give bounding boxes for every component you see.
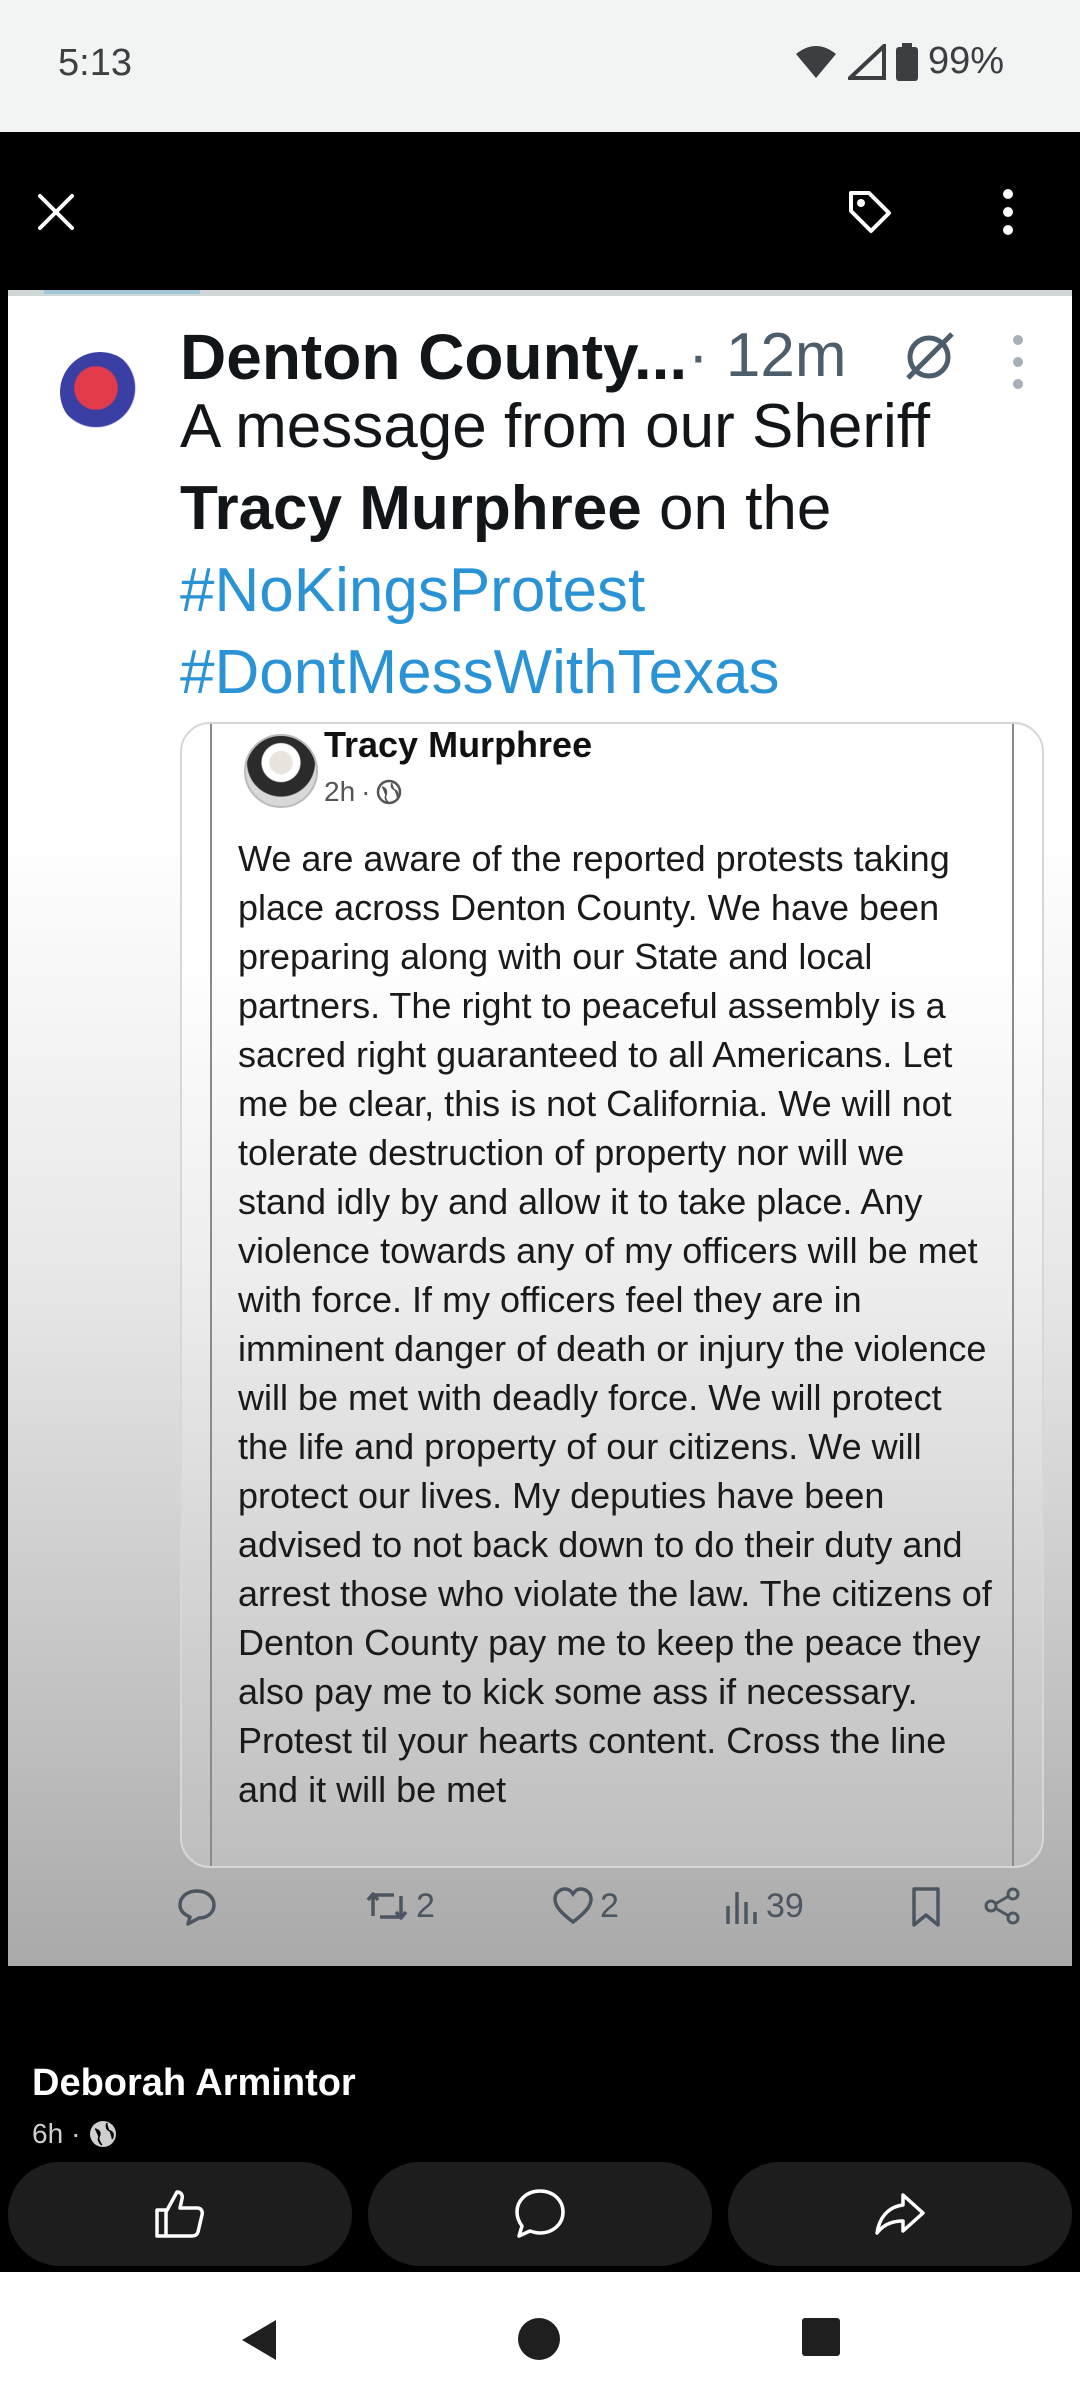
tag-button[interactable] — [830, 172, 910, 252]
poster-time: 6h — [32, 2118, 64, 2149]
embedded-image: Tracy Murphree 2h · We are aware of the … — [180, 722, 1044, 1868]
post-line-2: Tracy Murphree on the — [180, 468, 1040, 550]
repost-icon — [366, 1892, 408, 1920]
status-bar: 5:13 99% — [0, 0, 1080, 132]
author-name: Denton County... — [180, 321, 688, 393]
status-icons: 99% — [794, 40, 1004, 83]
globe-icon — [377, 779, 402, 805]
home-icon[interactable] — [516, 2316, 562, 2362]
embedded-author-name: Tracy Murphree — [324, 724, 593, 765]
post-time: · 12m — [688, 320, 847, 391]
hashtag-nokingsprotest: #NoKingsProtest — [180, 556, 646, 625]
share-icon — [984, 1887, 1020, 1925]
status-time: 5:13 — [58, 42, 132, 84]
post-more-icon — [1013, 335, 1023, 389]
time-value: 12m — [725, 321, 847, 390]
close-button[interactable] — [16, 172, 96, 252]
analytics-icon — [726, 1892, 757, 1924]
like-count: 2 — [600, 1886, 619, 1925]
battery-icon — [895, 42, 918, 81]
post-screenshot: Denton County... · 12m A message from ou… — [8, 290, 1072, 1966]
embedded-time: 2h — [324, 776, 356, 807]
reply-icon — [178, 1889, 216, 1926]
share-action — [982, 1886, 1022, 1926]
post-actions: 2 2 39 — [176, 1886, 1056, 1940]
signal-icon — [847, 43, 886, 80]
embedded-avatar — [244, 734, 318, 808]
post-line-2-rest: on the — [641, 474, 832, 543]
more-options-button[interactable] — [968, 172, 1048, 252]
thumbs-up-icon — [155, 2190, 204, 2238]
comment-button[interactable] — [368, 2162, 712, 2266]
repost-count: 2 — [416, 1886, 435, 1925]
close-icon — [38, 194, 74, 230]
tag-icon — [849, 191, 891, 233]
battery-percent: 99% — [927, 40, 1004, 82]
post-text: A message from our Sheriff Tracy Murphre… — [180, 386, 1040, 714]
grok-icon — [906, 332, 954, 380]
heart-icon — [553, 1887, 593, 1925]
share-arrow-icon — [875, 2193, 925, 2235]
embedded-meta: 2h · — [324, 776, 402, 808]
embedded-separator: · — [361, 776, 371, 807]
bookmark-icon — [912, 1887, 940, 1927]
more-vertical-icon — [1003, 189, 1013, 235]
mention-name: Tracy Murphree — [180, 474, 642, 543]
system-navigation-bar — [0, 2272, 1080, 2400]
back-icon[interactable] — [236, 2316, 280, 2364]
separator: · — [688, 321, 709, 390]
repost-action: 2 — [364, 1886, 435, 1926]
poster-separator: · — [71, 2118, 81, 2149]
share-button[interactable] — [728, 2162, 1072, 2266]
hashtag-dontmesswithtexas: #DontMessWithTexas — [180, 638, 780, 707]
views-count: 39 — [766, 1886, 804, 1925]
author-avatar — [60, 352, 140, 432]
like-button[interactable] — [8, 2162, 352, 2266]
recents-icon[interactable] — [800, 2316, 842, 2358]
post-line-1: A message from our Sheriff — [180, 392, 931, 461]
poster-name[interactable]: Deborah Armintor — [32, 2062, 356, 2105]
like-action: 2 — [552, 1886, 619, 1926]
image-viewer-toolbar — [0, 132, 1080, 290]
globe-icon — [90, 2121, 117, 2147]
wifi-icon — [795, 45, 836, 78]
bookmark-action — [910, 1886, 942, 1928]
embedded-post-body: We are aware of the reported protests ta… — [238, 838, 992, 1810]
reply-action — [176, 1886, 218, 1928]
comment-icon — [515, 2189, 565, 2238]
divider-accent — [44, 290, 200, 294]
views-action: 39 — [724, 1886, 804, 1926]
poster-meta: 6h · — [32, 2118, 118, 2150]
